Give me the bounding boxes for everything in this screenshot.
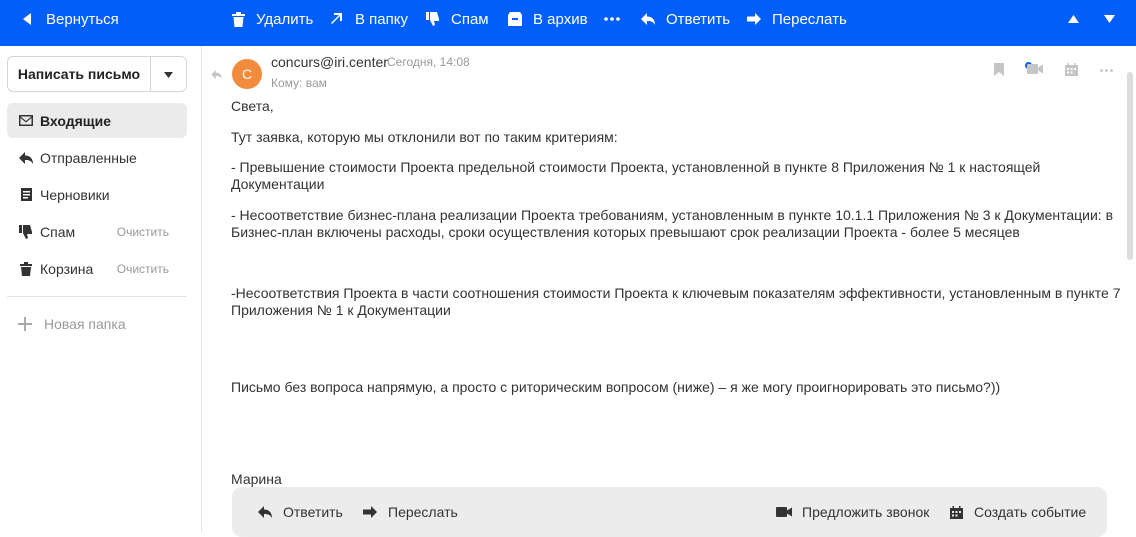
- sidebar-divider: [7, 296, 187, 297]
- top-toolbar: Вернуться Удалить В папку Спам В архив О…: [0, 0, 1136, 46]
- trash-icon: [19, 261, 33, 276]
- sidebar-item-label: Входящие: [40, 112, 111, 129]
- back-label: Вернуться: [46, 10, 119, 28]
- more-button[interactable]: [604, 0, 620, 38]
- more-dots-icon: [604, 17, 620, 21]
- compose-dropdown-button[interactable]: [151, 57, 186, 91]
- archive-icon: [507, 11, 523, 27]
- clear-spam-button[interactable]: Очистить: [117, 225, 169, 239]
- suggest-call-label: Предложить звонок: [802, 504, 930, 520]
- sidebar-item-sent[interactable]: Отправленные: [7, 140, 187, 175]
- forward-arrow-icon: [746, 11, 762, 27]
- chevron-down-icon: [164, 65, 173, 83]
- forward-label: Переслать: [772, 10, 847, 28]
- sender-email[interactable]: concurs@iri.center: [271, 54, 388, 70]
- drafts-icon: [19, 188, 33, 202]
- quick-reply-button[interactable]: Ответить: [257, 502, 343, 522]
- forward-button[interactable]: Переслать: [746, 0, 847, 38]
- spam-label: Спам: [451, 10, 489, 28]
- sidebar-item-label: Черновики: [40, 186, 110, 203]
- body-line: - Несоответствие бизнес-плана реализации…: [231, 207, 1114, 223]
- scrollbar[interactable]: [1127, 72, 1133, 260]
- sent-icon: [19, 151, 33, 165]
- clear-trash-button[interactable]: Очистить: [117, 262, 169, 276]
- sidebar-item-drafts[interactable]: Черновики: [7, 177, 187, 212]
- archive-label: В архив: [533, 10, 588, 28]
- create-event-label: Создать событие: [974, 504, 1087, 520]
- inbox-icon: [19, 114, 33, 128]
- body-line: Света,: [231, 98, 274, 114]
- sidebar-item-label: Спам: [40, 223, 76, 240]
- body-line: Приложения № 1 к Документации: [231, 302, 451, 318]
- calendar-icon[interactable]: [1065, 63, 1078, 76]
- arrow-down-icon: [1104, 15, 1115, 23]
- quick-reply-label: Ответить: [283, 504, 343, 520]
- quick-reply-bar: Ответить Переслать Предложить звонок Соз…: [232, 487, 1107, 537]
- signature-line: Марина: [231, 471, 282, 487]
- body-line: Письмо без вопроса напрямую, а просто с …: [231, 379, 1001, 395]
- reply-arrow-icon: [640, 11, 656, 27]
- thumbs-down-icon: [425, 11, 441, 27]
- message-view: C concurs@iri.center Сегодня, 14:08 Кому…: [203, 46, 1136, 537]
- more-options-icon[interactable]: [1100, 69, 1113, 72]
- new-folder-label: Новая папка: [44, 316, 126, 332]
- suggest-call-button[interactable]: Предложить звонок: [776, 502, 929, 522]
- body-line: - Превышение стоимости Проекта предельно…: [231, 159, 1041, 192]
- move-to-folder-label: В папку: [355, 10, 408, 28]
- avatar[interactable]: C: [232, 59, 262, 89]
- sidebar: Написать письмо Входящие Отправленные Че…: [0, 46, 202, 532]
- move-to-folder-button[interactable]: В папку: [329, 0, 408, 38]
- quick-forward-label: Переслать: [388, 504, 458, 520]
- trash-icon: [230, 11, 246, 27]
- back-arrow-icon: [20, 11, 36, 27]
- reply-button[interactable]: Ответить: [640, 0, 730, 38]
- back-button[interactable]: Вернуться: [20, 0, 119, 38]
- sidebar-item-label: Корзина: [40, 260, 94, 277]
- video-camera-icon[interactable]: [1027, 63, 1043, 75]
- sidebar-item-trash[interactable]: Корзина Очистить: [7, 251, 187, 286]
- next-message-button[interactable]: [1104, 0, 1115, 38]
- message-date: Сегодня, 14:08: [387, 55, 470, 69]
- compose-button[interactable]: Написать письмо: [8, 57, 151, 91]
- recipient-line[interactable]: Кому: вам: [271, 76, 327, 90]
- spam-button[interactable]: Спам: [425, 0, 489, 38]
- reply-small-icon: [211, 66, 222, 84]
- delete-label: Удалить: [256, 10, 314, 28]
- create-event-button[interactable]: Создать событие: [948, 502, 1086, 522]
- sidebar-item-spam[interactable]: Спам Очистить: [7, 214, 187, 249]
- body-line: Бизнес-план включены расходы, сроки осущ…: [231, 224, 1020, 240]
- reply-label: Ответить: [666, 10, 731, 28]
- delete-button[interactable]: Удалить: [230, 0, 313, 38]
- archive-button[interactable]: В архив: [507, 0, 588, 38]
- new-folder-button[interactable]: Новая папка: [18, 314, 126, 334]
- reply-arrow-icon: [257, 504, 273, 520]
- video-camera-icon: [776, 504, 792, 520]
- thumbs-down-icon: [19, 224, 33, 239]
- arrow-up-icon: [1068, 15, 1079, 23]
- sidebar-item-label: Отправленные: [40, 149, 137, 166]
- sidebar-item-inbox[interactable]: Входящие: [7, 103, 187, 138]
- quick-forward-button[interactable]: Переслать: [362, 502, 458, 522]
- body-line: Тут заявка, которую мы отклонили вот по …: [231, 129, 618, 145]
- plus-icon: [18, 317, 32, 331]
- bookmark-icon[interactable]: [994, 63, 1004, 76]
- calendar-icon: [948, 504, 964, 520]
- forward-arrow-icon: [362, 504, 378, 520]
- previous-message-button[interactable]: [1068, 0, 1079, 38]
- move-arrow-icon: [329, 11, 345, 27]
- body-line: -Несоответствия Проекта в части соотноше…: [231, 285, 1121, 301]
- compose-group: Написать письмо: [7, 56, 187, 92]
